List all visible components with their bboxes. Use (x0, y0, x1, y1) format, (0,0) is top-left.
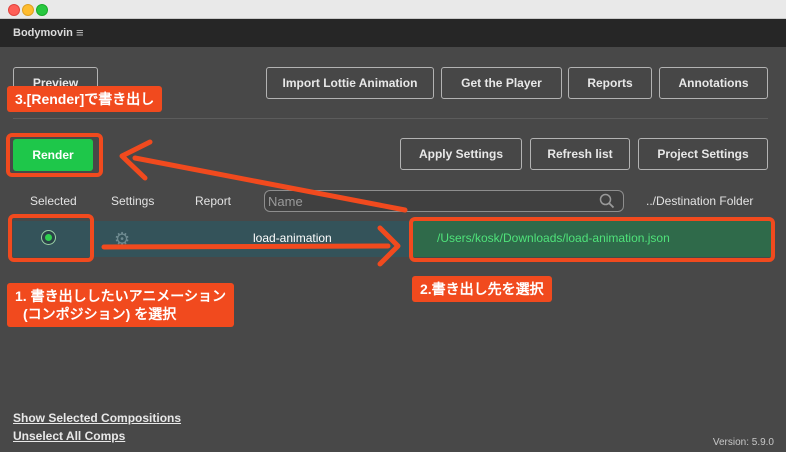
step3-callout: 3.[Render]で書き出し (7, 86, 163, 112)
render-highlight-box (6, 133, 103, 177)
arrow-to-render (132, 155, 408, 213)
step1-line1: 1. 書き出ししたいアニメーション (15, 288, 227, 304)
step3-text: 3.[Render]で書き出し (15, 91, 155, 107)
arrow-to-destination (101, 243, 391, 250)
destination-highlight-box (409, 217, 775, 262)
step1-callout: 1. 書き出ししたいアニメーション (コンポジション) を選択 (7, 283, 235, 327)
step1-line2: (コンポジション) を選択 (23, 306, 177, 322)
step2-text: 2.書き出し先を選択 (420, 281, 544, 297)
selection-highlight-box (8, 214, 94, 262)
step2-callout: 2.書き出し先を選択 (412, 276, 552, 302)
